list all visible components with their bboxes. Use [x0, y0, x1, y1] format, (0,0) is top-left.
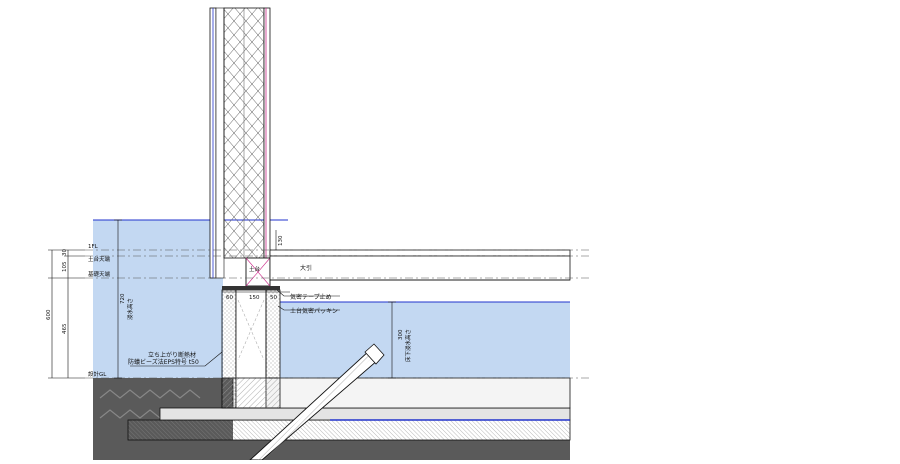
slab-surface — [232, 377, 571, 409]
dim-60: 60 — [226, 295, 233, 301]
air-gap — [215, 7, 225, 279]
footing-bottom — [221, 377, 281, 409]
interior-board — [263, 7, 271, 259]
dim-105: 105 — [62, 261, 68, 272]
dim-600: 600 — [46, 309, 52, 320]
dim-30: 30 — [62, 249, 68, 256]
ground-under-slab — [233, 440, 570, 460]
label-airtight-tape: 気密テープ止め — [290, 293, 332, 301]
dim-465: 465 — [62, 323, 68, 334]
label-flood-height: 浸水高さ — [126, 298, 134, 320]
level-label-kiso-top: 基礎天端 — [88, 270, 111, 278]
dim-130: 130 — [278, 235, 284, 246]
obiki-beam — [269, 255, 571, 281]
dim-50: 50 — [270, 295, 277, 301]
gravel-layer — [127, 419, 571, 441]
dim-720: 720 — [120, 293, 126, 304]
sill-packing — [222, 286, 280, 290]
dim-150: 150 — [249, 295, 260, 301]
drawing-canvas: 1FL 土台天端 基礎天端 設計GL 30 105 600 465 720 浸水… — [46, 7, 590, 461]
label-obiki: 大引 — [300, 264, 312, 272]
label-insulation-line1: 立ち上がり断熱材 — [148, 351, 196, 359]
foundation-inner-insulation — [265, 289, 281, 379]
label-underfloor-flood: 床下浸水高さ — [404, 329, 412, 362]
dim-300: 300 — [398, 329, 404, 340]
level-label-gl: 設計GL — [88, 370, 107, 378]
level-label-fl: 1FL — [88, 244, 99, 250]
floor-board — [269, 249, 571, 257]
level-label-dodai-top: 土台天端 — [88, 255, 111, 263]
label-insulation-line2: 防蟻ビーズ法EPS特号 t50 — [128, 358, 199, 366]
label-dodai-packing: 土台気密パッキン — [290, 307, 338, 315]
section-drawing: 1FL 土台天端 基礎天端 設計GL 30 105 600 465 720 浸水… — [0, 0, 900, 461]
base-slab — [159, 407, 571, 421]
label-dodai: 土台 — [249, 265, 261, 273]
